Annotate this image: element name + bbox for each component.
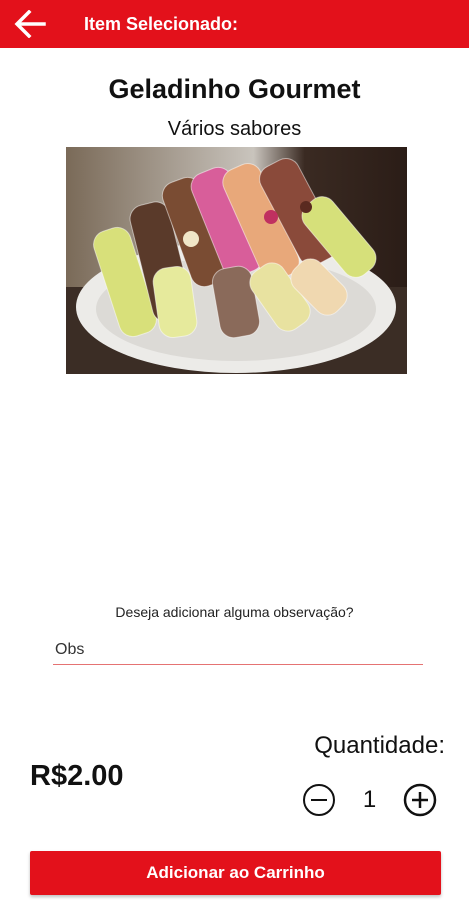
observation-input[interactable]	[53, 636, 423, 665]
product-subtitle: Vários sabores	[167, 118, 302, 140]
product-name: Geladinho Gourmet	[108, 74, 361, 104]
price-amount: 2.00	[67, 760, 124, 792]
quantity-value: 1	[362, 786, 377, 813]
page-title: Item Selecionado:	[84, 13, 239, 34]
minus-circle-icon	[303, 784, 335, 816]
arrow-left-icon	[14, 10, 46, 38]
plus-circle-icon	[403, 783, 437, 817]
price-value: R$2.00	[30, 760, 124, 793]
increase-quantity-button[interactable]	[403, 783, 437, 817]
decrease-quantity-button[interactable]	[302, 783, 336, 817]
add-to-cart-button[interactable]: Adicionar ao Carrinho	[30, 851, 441, 895]
quantity-stepper: 1	[302, 782, 437, 818]
top-app-bar: Item Selecionado:	[0, 0, 469, 48]
product-image	[66, 147, 407, 374]
quantity-label: Quantidade:	[314, 732, 445, 759]
price-currency: R$	[30, 760, 68, 792]
observation-question: Deseja adicionar alguma observação?	[115, 604, 354, 620]
back-button[interactable]	[6, 0, 54, 48]
